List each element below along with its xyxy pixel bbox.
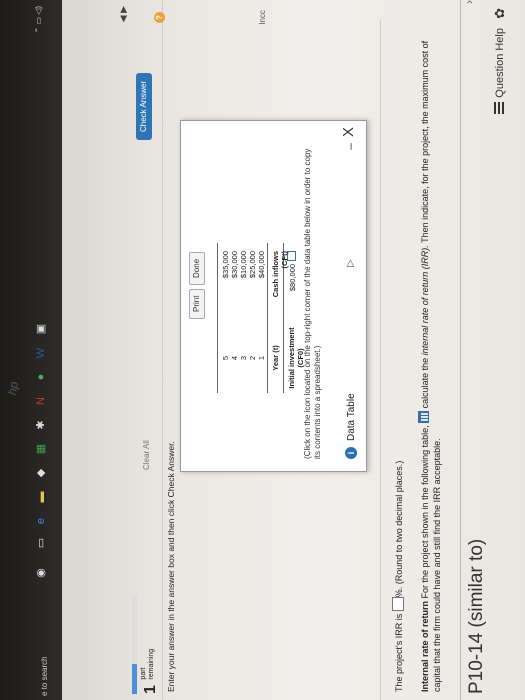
- irr-prefix: The project's IRR is: [394, 611, 404, 692]
- rotated-stage: e to search ◉ ▭ e ▬ ◆ ▦ ✱ N ● W ▣ ⌃ ▭ ◁)…: [0, 0, 525, 700]
- irr-answer-line: The project's IRR is %. (Round to two de…: [392, 461, 404, 692]
- clear-all-button[interactable]: Clear All: [142, 440, 151, 470]
- table-row: 4 $30,000: [230, 251, 239, 361]
- done-button[interactable]: Done: [189, 251, 205, 285]
- data-table-dialog: i Data Table ▷ – X (Click on the icon lo…: [180, 120, 367, 472]
- mic-icon[interactable]: ◉: [34, 566, 48, 580]
- table-row: 5 $35,000: [221, 251, 230, 361]
- system-tray[interactable]: ⌃ ▭ ◁): [34, 6, 43, 34]
- taskbar-search[interactable]: e to search: [40, 656, 49, 696]
- table-row: 3 $10,000: [239, 251, 248, 361]
- page-title: P10-14 (similar to): [466, 538, 487, 694]
- list-icon: [494, 101, 504, 114]
- problem-text: Internal rate of return For the project …: [418, 32, 443, 692]
- problem-text-b: calculate the: [420, 355, 430, 411]
- edge-icon[interactable]: e: [34, 514, 48, 528]
- problem-lead: Internal rate of return: [420, 600, 430, 692]
- help-icon[interactable]: ?: [154, 12, 165, 23]
- question-help-button[interactable]: Question Help: [494, 28, 506, 114]
- table-row: 1 $40,000: [257, 251, 266, 361]
- info-icon: i: [345, 447, 357, 459]
- initial-investment-label: Initial investment (CF0): [287, 327, 305, 389]
- task-view-icon[interactable]: ▭: [34, 536, 48, 550]
- app-icon[interactable]: ✱: [34, 418, 48, 432]
- divider: [380, 20, 381, 700]
- parts-label: part remaining: [140, 648, 155, 680]
- word-icon[interactable]: W: [34, 346, 48, 360]
- spreadsheet-grid-icon[interactable]: [418, 410, 429, 423]
- hp-logo: hp: [4, 380, 22, 397]
- chrome-icon[interactable]: ●: [34, 370, 48, 384]
- dialog-note: (Click on the icon located on the top-ri…: [303, 148, 322, 459]
- photos-icon[interactable]: ▣: [34, 322, 48, 336]
- taskbar-items: e to search ◉ ▭ e ▬ ◆ ▦ ✱ N ● W ▣ ⌃ ▭ ◁): [0, 0, 62, 700]
- folder-icon[interactable]: ▬: [34, 490, 48, 504]
- page: P10-14 (similar to) › Question Help ✿ In…: [62, 0, 525, 700]
- check-answer-button[interactable]: Check Answer: [136, 72, 152, 140]
- cash-header: Cash inflows (CFt): [271, 251, 289, 298]
- question-help-label: Question Help: [494, 28, 506, 98]
- irr-term: internal rate of return (IRR).: [420, 245, 430, 356]
- divider: [460, 0, 461, 700]
- close-button[interactable]: X: [340, 127, 357, 137]
- table-rule: [217, 243, 218, 393]
- side-text: Incc: [258, 10, 267, 25]
- instruction-text: Enter your answer in the answer box and …: [166, 441, 176, 692]
- progress-bar: [132, 594, 137, 694]
- year-header: Year (t): [271, 345, 280, 371]
- data-table: Initial investment (CF0) $80,000 Year (t…: [213, 243, 305, 393]
- irr-answer-input[interactable]: [392, 597, 404, 612]
- parts-count: 1: [142, 685, 159, 694]
- progress-fill: [132, 664, 137, 694]
- cursor-icon: ▷: [345, 259, 356, 267]
- gear-icon[interactable]: ✿: [492, 8, 508, 19]
- spreadsheet-icon[interactable]: ▦: [34, 442, 48, 456]
- store-icon[interactable]: ◆: [34, 466, 48, 480]
- parts-remaining: 1 part remaining: [140, 649, 160, 694]
- irr-suffix: %. (Round to two decimal places.): [394, 460, 404, 598]
- screen: e to search ◉ ▭ e ▬ ◆ ▦ ✱ N ● W ▣ ⌃ ▭ ◁)…: [0, 0, 525, 700]
- table-row: 2 $25,000: [248, 251, 257, 361]
- divider: [162, 0, 163, 700]
- print-button[interactable]: Print: [189, 288, 205, 319]
- table-rule: [267, 243, 268, 393]
- dialog-title: Data Table: [346, 393, 357, 441]
- problem-text-a: For the project shown in the following t…: [420, 425, 430, 601]
- chevron-down-icon[interactable]: ›: [462, 0, 476, 4]
- nav-arrows[interactable]: ◀ ▶: [118, 6, 129, 22]
- netflix-icon[interactable]: N: [34, 394, 48, 408]
- minimize-button[interactable]: –: [343, 143, 357, 150]
